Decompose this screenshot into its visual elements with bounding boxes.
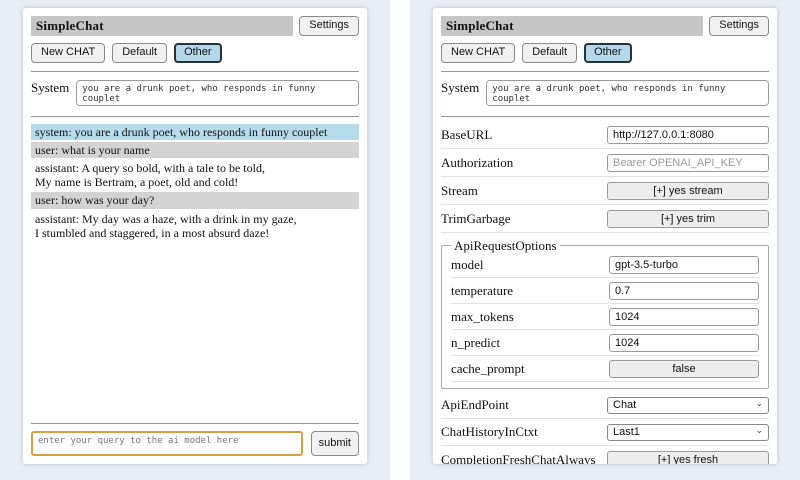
- cache-prompt-label: cache_prompt: [451, 361, 525, 377]
- system-prompt-input[interactable]: you are a drunk poet, who responds in fu…: [486, 80, 769, 106]
- setting-row-baseurl: BaseURL: [441, 123, 769, 149]
- chat-screen: SimpleChat Settings New CHAT Default Oth…: [0, 0, 390, 480]
- api-endpoint-label: ApiEndPoint: [441, 397, 509, 413]
- setting-row-cache-prompt: cache_prompt false: [451, 358, 759, 382]
- max-tokens-input[interactable]: [609, 308, 759, 326]
- baseurl-input[interactable]: [607, 126, 769, 144]
- settings-button[interactable]: Settings: [299, 16, 359, 36]
- settings-panel: SimpleChat Settings New CHAT Default Oth…: [433, 8, 777, 464]
- setting-row-completion-fresh-chat: CompletionFreshChatAlways [+] yes fresh: [441, 448, 769, 464]
- chevron-down-icon: ⌄: [755, 426, 763, 435]
- settings-button[interactable]: Settings: [709, 16, 769, 36]
- setting-row-chat-history-in-ctxt: ChatHistoryInCtxt Last1 ⌄: [441, 421, 769, 446]
- divider: [441, 116, 769, 117]
- setting-row-max-tokens: max_tokens: [451, 306, 759, 330]
- session-default-button[interactable]: Default: [522, 43, 577, 63]
- setting-row-n-predict: n_predict: [451, 332, 759, 356]
- divider: [31, 116, 359, 117]
- api-request-options-fieldset: ApiRequestOptions model temperature max_…: [441, 238, 769, 389]
- app-title: SimpleChat: [31, 16, 293, 36]
- system-row: System you are a drunk poet, who respond…: [441, 80, 769, 106]
- settings-list: BaseURL Authorization Stream [+] yes str…: [441, 123, 769, 464]
- new-chat-button[interactable]: New CHAT: [441, 43, 515, 63]
- title-bar: SimpleChat Settings: [441, 16, 769, 36]
- chat-history-selected-option: Last1: [613, 426, 640, 438]
- temperature-label: temperature: [451, 283, 513, 299]
- setting-row-stream: Stream [+] yes stream: [441, 179, 769, 205]
- cache-prompt-toggle-button[interactable]: false: [609, 360, 759, 378]
- model-input[interactable]: [609, 256, 759, 274]
- new-chat-button[interactable]: New CHAT: [31, 43, 105, 63]
- session-other-button[interactable]: Other: [584, 43, 632, 63]
- max-tokens-label: max_tokens: [451, 309, 514, 325]
- stream-label: Stream: [441, 183, 478, 199]
- session-other-button[interactable]: Other: [174, 43, 222, 63]
- app-title: SimpleChat: [441, 16, 703, 36]
- chat-history-in-ctxt-select[interactable]: Last1 ⌄: [607, 424, 769, 441]
- authorization-input[interactable]: [607, 154, 769, 172]
- completion-fresh-chat-label: CompletionFreshChatAlways: [441, 452, 596, 464]
- api-endpoint-selected-option: Chat: [613, 399, 636, 411]
- chat-history: system: you are a drunk poet, who respon…: [31, 124, 359, 243]
- chevron-down-icon: ⌄: [755, 399, 763, 408]
- completion-fresh-chat-toggle-button[interactable]: [+] yes fresh: [607, 451, 769, 464]
- settings-screen: SimpleChat Settings New CHAT Default Oth…: [410, 0, 800, 480]
- setting-row-temperature: temperature: [451, 280, 759, 304]
- setting-row-model: model: [451, 254, 759, 278]
- chat-message-assistant: assistant: My day was a haze, with a dri…: [31, 211, 359, 241]
- api-request-options-legend: ApiRequestOptions: [451, 238, 560, 254]
- query-input[interactable]: [31, 431, 303, 456]
- page: SimpleChat Settings New CHAT Default Oth…: [0, 0, 800, 480]
- divider: [441, 71, 769, 72]
- session-default-button[interactable]: Default: [112, 43, 167, 63]
- n-predict-input[interactable]: [609, 334, 759, 352]
- system-label: System: [31, 80, 69, 96]
- chat-message-system: system: you are a drunk poet, who respon…: [31, 124, 359, 140]
- baseurl-label: BaseURL: [441, 127, 492, 143]
- system-label: System: [441, 80, 479, 96]
- trimgarbage-label: TrimGarbage: [441, 211, 511, 227]
- chat-message-user: user: what is your name: [31, 142, 359, 158]
- model-label: model: [451, 257, 484, 273]
- setting-row-api-endpoint: ApiEndPoint Chat ⌄: [441, 394, 769, 419]
- chat-message-assistant: assistant: A query so bold, with a tale …: [31, 160, 359, 190]
- title-bar: SimpleChat Settings: [31, 16, 359, 36]
- temperature-input[interactable]: [609, 282, 759, 300]
- setting-row-authorization: Authorization: [441, 151, 769, 177]
- trimgarbage-toggle-button[interactable]: [+] yes trim: [607, 210, 769, 228]
- query-row: submit: [31, 431, 359, 456]
- system-prompt-input[interactable]: you are a drunk poet, who responds in fu…: [76, 80, 359, 106]
- chat-panel: SimpleChat Settings New CHAT Default Oth…: [23, 8, 367, 464]
- chat-history-in-ctxt-label: ChatHistoryInCtxt: [441, 424, 538, 440]
- authorization-label: Authorization: [441, 155, 513, 171]
- setting-row-trimgarbage: TrimGarbage [+] yes trim: [441, 207, 769, 233]
- divider: [31, 71, 359, 72]
- api-endpoint-select[interactable]: Chat ⌄: [607, 397, 769, 414]
- session-row: New CHAT Default Other: [31, 43, 359, 63]
- n-predict-label: n_predict: [451, 335, 500, 351]
- query-area: submit: [31, 420, 359, 456]
- divider: [31, 423, 359, 424]
- system-row: System you are a drunk poet, who respond…: [31, 80, 359, 106]
- submit-button[interactable]: submit: [311, 431, 359, 456]
- stream-toggle-button[interactable]: [+] yes stream: [607, 182, 769, 200]
- session-row: New CHAT Default Other: [441, 43, 769, 63]
- chat-message-user: user: how was your day?: [31, 192, 359, 208]
